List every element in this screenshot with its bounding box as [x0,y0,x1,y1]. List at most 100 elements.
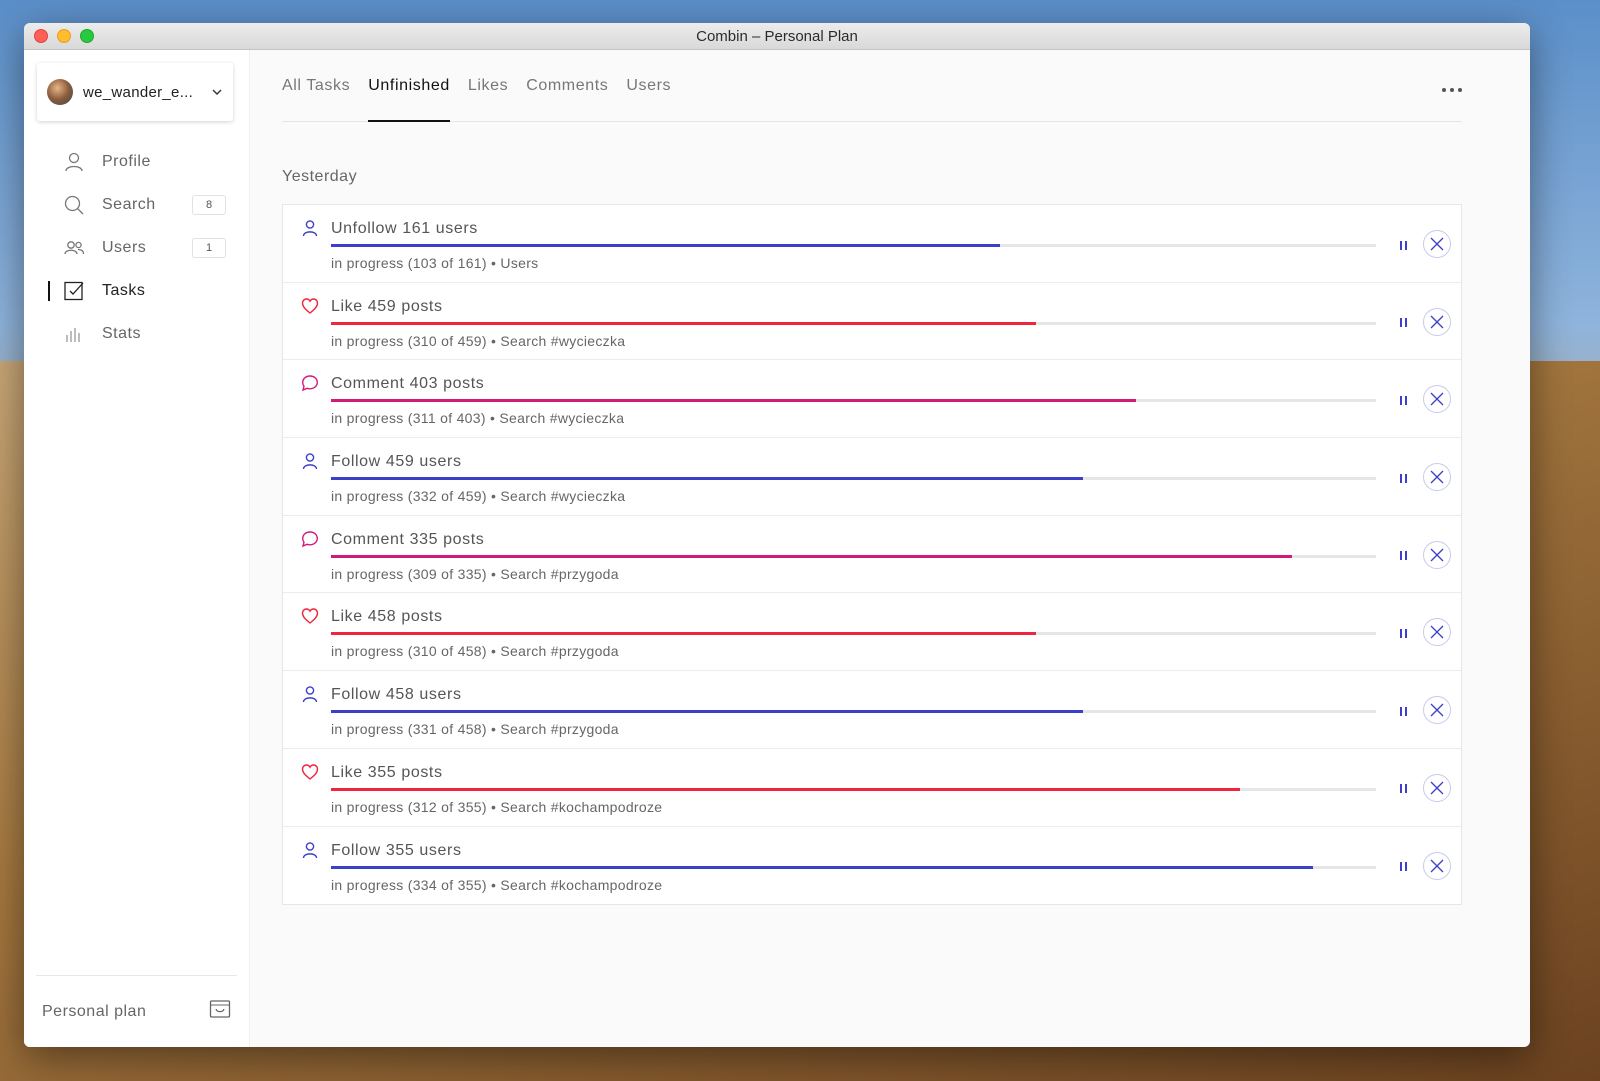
task-title: Unfollow 161 users [331,220,478,237]
cancel-task-button[interactable] [1423,773,1451,802]
cancel-task-button[interactable] [1423,540,1451,569]
task-status: in progress (311 of 403) • Search #wycie… [331,410,625,427]
plan-icon[interactable] [209,999,231,1024]
pause-icon[interactable] [1395,859,1411,875]
task-list: Unfollow 161 users in progress (103 of 1… [282,204,1462,906]
task-progress-fill [331,477,1084,481]
heart-icon [301,297,319,315]
maximize-window-button[interactable] [80,29,94,43]
account-switcher[interactable]: we_wander_e... [37,63,233,121]
task-progress-bar [331,632,1376,636]
pause-icon[interactable] [1395,470,1411,486]
sidebar: we_wander_e... Profile Search 8 Users 1 … [24,50,250,1047]
cancel-task-button[interactable] [1423,463,1451,492]
person-icon [62,150,86,174]
task-row: Follow 355 users in progress (334 of 355… [283,827,1461,905]
cancel-task-button[interactable] [1423,851,1451,880]
sidebar-item-profile[interactable]: Profile [24,140,250,183]
tab-unfinished[interactable]: Unfinished [368,77,450,122]
task-progress-fill [331,787,1241,791]
more-options-icon[interactable] [1442,88,1462,92]
stats-icon [62,322,86,346]
close-icon [1430,237,1444,251]
task-progress-fill [331,710,1084,714]
task-row: Comment 335 posts in progress (309 of 33… [283,516,1461,594]
task-progress-bar [331,477,1376,481]
task-row: Unfollow 161 users in progress (103 of 1… [283,205,1461,283]
task-status: in progress (312 of 355) • Search #kocha… [331,798,663,815]
task-status: in progress (103 of 161) • Users [331,255,539,271]
sidebar-item-stats[interactable]: Stats [24,312,250,355]
task-title: Comment 335 posts [331,530,485,548]
window-title: Combin – Personal Plan [696,27,858,45]
sidebar-item-label: Profile [102,152,151,170]
pause-icon[interactable] [1395,315,1411,331]
task-row: Comment 403 posts in progress (311 of 40… [283,360,1461,439]
close-icon [1430,625,1444,639]
task-tabs: All Tasks Unfinished Likes Comments User… [282,50,1462,122]
close-icon [1430,703,1444,717]
task-title: Comment 403 posts [331,375,485,393]
sidebar-footer: Personal plan [36,975,237,1047]
close-window-button[interactable] [34,29,48,43]
minimize-window-button[interactable] [57,29,71,43]
tab-users[interactable]: Users [626,77,671,121]
tab-likes[interactable]: Likes [468,77,508,121]
section-title: Yesterday [282,168,358,185]
task-progress-bar [331,244,1376,247]
sidebar-item-users[interactable]: Users 1 [24,226,250,269]
tab-all-tasks[interactable]: All Tasks [282,77,350,121]
tasks-icon [62,279,86,303]
task-status: in progress (331 of 458) • Search #przyg… [331,721,619,738]
pause-icon[interactable] [1395,392,1411,408]
search-icon [62,193,86,217]
task-progress-bar [331,321,1376,325]
plan-label: Personal plan [42,1002,147,1020]
task-progress-bar [331,399,1376,403]
comment-icon [301,530,319,548]
count-badge: 8 [192,194,226,215]
pause-icon[interactable] [1395,237,1411,253]
pause-icon[interactable] [1395,625,1411,641]
close-icon [1430,315,1444,329]
cancel-task-button[interactable] [1423,618,1451,647]
sidebar-item-search[interactable]: Search 8 [24,183,250,226]
sidebar-item-label: Users [102,238,147,256]
cancel-task-button[interactable] [1423,230,1451,258]
sidebar-nav: Profile Search 8 Users 1 Tasks Stats [24,140,250,355]
task-progress-fill [331,632,1037,636]
task-status: in progress (332 of 459) • Search #wycie… [331,488,626,505]
tab-comments[interactable]: Comments [526,77,608,121]
task-progress-fill [331,554,1293,558]
count-badge: 1 [192,237,226,258]
pause-icon[interactable] [1395,781,1411,797]
task-status: in progress (334 of 355) • Search #kocha… [331,876,663,893]
task-progress-bar [331,554,1376,558]
heart-icon [301,607,319,625]
cancel-task-button[interactable] [1423,385,1451,414]
cancel-task-button[interactable] [1423,696,1451,725]
comment-icon [301,374,319,392]
task-title: Like 355 posts [331,763,443,781]
users-icon [62,236,86,260]
close-icon [1430,548,1444,562]
task-progress-bar [331,710,1376,714]
window-controls [34,29,94,43]
avatar [47,79,73,105]
cancel-task-button[interactable] [1423,307,1451,336]
pause-icon[interactable] [1395,548,1411,564]
titlebar: Combin – Personal Plan [24,23,1530,50]
sidebar-item-label: Tasks [102,281,146,299]
task-row: Follow 459 users in progress (332 of 459… [283,438,1461,516]
task-progress-fill [331,399,1136,403]
task-progress-bar [331,787,1376,791]
task-progress-fill [331,865,1314,869]
sidebar-item-tasks[interactable]: Tasks [24,269,250,312]
close-icon [1430,859,1444,872]
task-status: in progress (309 of 335) • Search #przyg… [331,565,619,582]
account-username: we_wander_e... [83,83,194,101]
task-title: Like 459 posts [331,297,443,315]
pause-icon[interactable] [1395,703,1411,719]
app-window: Combin – Personal Plan we_wander_e... Pr… [24,23,1530,1047]
close-icon [1430,392,1444,406]
